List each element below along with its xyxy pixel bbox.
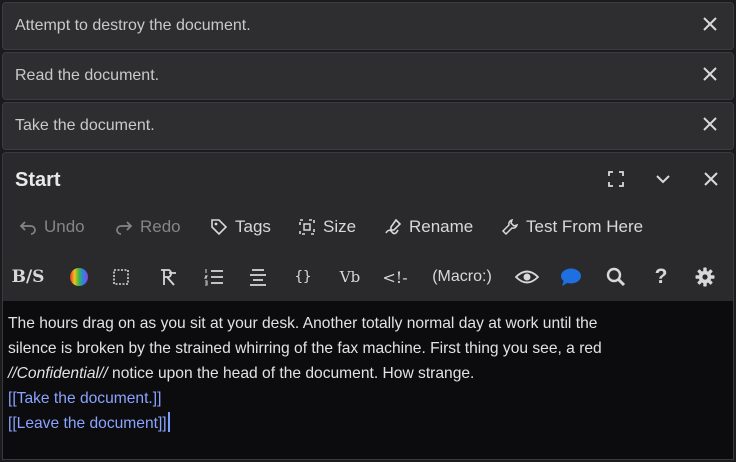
rename-icon (385, 218, 402, 235)
close-icon[interactable] (701, 169, 721, 189)
comment-icon[interactable]: <!- (381, 265, 409, 289)
macro-button[interactable]: (Macro:) (428, 265, 496, 289)
undo-icon (19, 221, 36, 235)
editor-line: [[Leave the document]] (8, 411, 733, 436)
align-icon[interactable] (155, 265, 181, 289)
editor-line: //Confidential// notice upon the head of… (8, 361, 733, 386)
undo-button[interactable]: Undo (19, 217, 85, 237)
macro-label: (Macro:) (432, 268, 492, 285)
format-toolbar: B/S {} Vb <!- (Macro:) ? (3, 265, 733, 291)
tags-button[interactable]: Tags (210, 217, 271, 237)
align-center-icon (250, 269, 266, 286)
color-icon[interactable] (67, 265, 91, 289)
magnifier-icon (606, 267, 626, 287)
passage-dialog-collapsed-1[interactable]: Attempt to destroy the document. (2, 2, 734, 50)
verbatim-icon[interactable]: Vb (337, 265, 363, 289)
editor-line: silence is broken by the strained whirri… (8, 340, 602, 357)
passage-link: [[Leave the document]] (8, 415, 167, 432)
chevron-down-icon[interactable] (653, 169, 673, 189)
maximize-icon[interactable] (606, 169, 626, 189)
help-label: ? (654, 265, 668, 288)
settings-gear-icon (695, 267, 715, 287)
undo-label: Undo (44, 217, 85, 236)
speech-bubble-icon (561, 268, 581, 286)
redo-button[interactable]: Redo (115, 217, 181, 237)
passage-title[interactable]: Attempt to destroy the document. (15, 17, 251, 35)
chat-icon[interactable] (558, 265, 584, 289)
passage-toolbar: Undo Redo Tags Size Rename Test From Her… (3, 217, 733, 243)
tag-icon (211, 219, 228, 236)
close-icon[interactable] (701, 65, 719, 83)
editor-text: notice upon the head of the document. Ho… (107, 365, 475, 382)
verbatim-label: Vb (339, 268, 361, 286)
border-icon[interactable] (109, 265, 133, 289)
collapse-label: {} (294, 269, 312, 285)
test-from-here-label: Test From Here (526, 217, 644, 236)
eye-icon[interactable] (514, 265, 540, 289)
pen-nib-icon (161, 269, 176, 286)
dotted-square-icon (113, 269, 129, 285)
rename-label: Rename (409, 217, 474, 236)
passage-edit-dialog: Start Undo Redo Tags Size Rename Test Fr… (2, 152, 734, 460)
italic-text: //Confidential// (8, 365, 108, 382)
numbered-list-icon (204, 269, 223, 286)
rename-button[interactable]: Rename (384, 217, 473, 237)
size-button[interactable]: Size (298, 217, 356, 237)
size-icon (299, 219, 315, 235)
size-label: Size (323, 217, 357, 236)
close-icon[interactable] (701, 115, 719, 133)
passage-text-editor[interactable]: The hours drag on as you sit at your des… (3, 301, 733, 459)
search-icon[interactable] (604, 265, 628, 289)
passage-title[interactable]: Take the document. (15, 117, 155, 135)
text-caret (167, 412, 170, 432)
close-icon[interactable] (701, 15, 719, 33)
center-icon[interactable] (246, 265, 270, 289)
tags-label: Tags (235, 217, 271, 236)
rainbow-circle-icon (70, 268, 88, 286)
test-from-here-button[interactable]: Test From Here (501, 217, 643, 237)
list-icon[interactable] (202, 265, 226, 289)
preview-eye-icon (515, 270, 539, 284)
dialog-title: Start (15, 169, 61, 191)
passage-dialog-collapsed-2[interactable]: Read the document. (2, 52, 734, 100)
passage-link: [[Take the document.]] (8, 390, 162, 407)
collapse-icon[interactable]: {} (290, 265, 316, 289)
bold-strike-label: B/S (11, 267, 45, 287)
help-icon[interactable]: ? (649, 265, 673, 289)
redo-icon (116, 221, 133, 235)
comment-label: <!- (382, 267, 408, 287)
bold-strike-icon[interactable]: B/S (11, 265, 45, 289)
passage-dialog-collapsed-3[interactable]: Take the document. (2, 102, 734, 150)
redo-label: Redo (140, 217, 181, 236)
wrench-icon (501, 218, 519, 236)
passage-title[interactable]: Read the document. (15, 67, 159, 85)
gear-icon[interactable] (693, 265, 717, 289)
editor-line: The hours drag on as you sit at your des… (8, 315, 598, 332)
